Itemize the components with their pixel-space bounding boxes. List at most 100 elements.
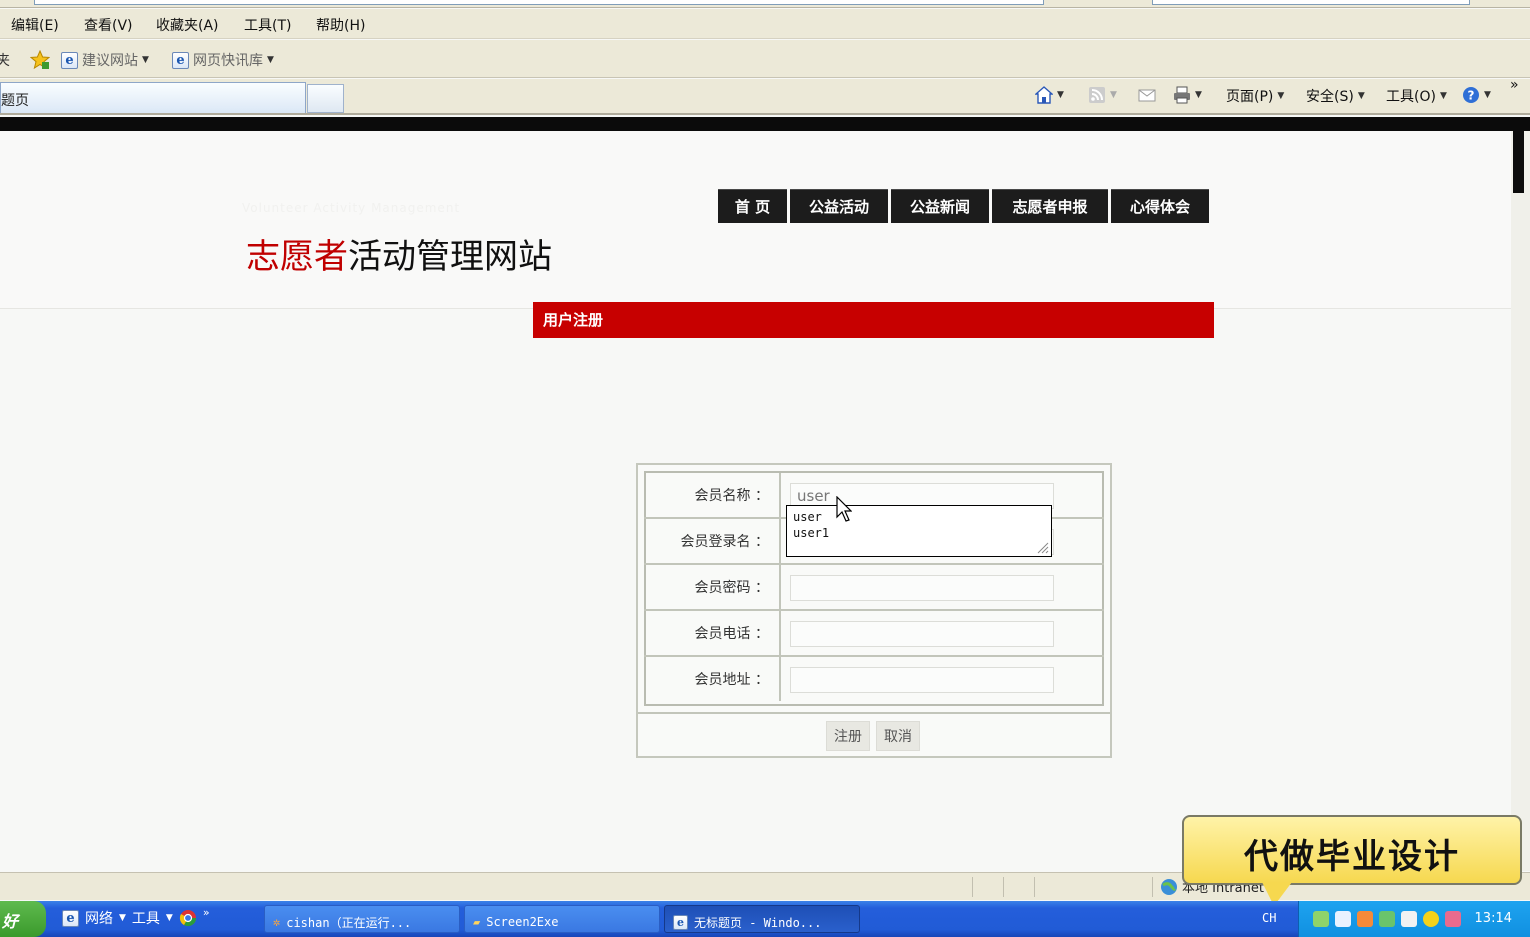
address-label: 会员地址 ： — [644, 657, 781, 701]
ie-page-icon: e — [61, 51, 78, 69]
phone-input[interactable] — [790, 621, 1054, 647]
autocomplete-option[interactable]: user — [793, 509, 1045, 525]
windows-taskbar: 好 e 网络 ▼ 工具 ▼ » ✲ cishan（正在运行... ▰ Scree… — [0, 901, 1530, 937]
quick-launch: e 网络 ▼ 工具 ▼ » — [62, 906, 210, 928]
search-box[interactable] — [1152, 0, 1470, 5]
mail-icon — [1138, 89, 1156, 102]
chevron-down-icon[interactable]: ▼ — [166, 913, 173, 923]
favorites-star-icon[interactable] — [30, 50, 50, 70]
taskbar-item-cishan[interactable]: ✲ cishan（正在运行... — [264, 905, 460, 933]
chevron-down-icon: ▼ — [142, 55, 149, 65]
globe-icon — [1161, 878, 1177, 895]
print-button[interactable]: ▼ — [1173, 86, 1202, 104]
taskbar-item-screen2exe[interactable]: ▰ Screen2Exe — [464, 905, 660, 933]
page-menu-label: 页面(P) — [1226, 89, 1274, 105]
suggested-sites-label: 建议网站 — [82, 53, 138, 69]
chevron-down-icon: ▼ — [1110, 90, 1117, 100]
home-button[interactable]: ▼ — [1035, 86, 1064, 104]
chevron-down-icon: ▼ — [1357, 91, 1365, 101]
phone-label: 会员电话 ： — [644, 611, 781, 655]
system-tray: 13:14 — [1298, 901, 1530, 937]
autocomplete-option[interactable]: user1 — [793, 525, 1045, 541]
mail-button[interactable] — [1138, 86, 1156, 104]
menu-tools[interactable]: 工具(T) — [244, 15, 291, 35]
menu-favorites[interactable]: 收藏夹(A) — [156, 15, 219, 35]
taskbar-item-label: cishan（正在运行... — [286, 915, 412, 930]
web-slices-link[interactable]: e 网页快讯库 ▼ — [172, 50, 274, 70]
register-button[interactable]: 注册 — [826, 721, 870, 751]
status-divider — [1152, 877, 1153, 897]
menu-edit[interactable]: 编辑(E) — [11, 15, 59, 35]
feeds-button[interactable]: ▼ — [1088, 86, 1117, 104]
tab-current-page[interactable]: 题页 — [0, 82, 306, 113]
tab-bar: 题页 ▼ ▼ ▼ 页面(P) ▼ 安全(S) ▼ 工具(O) ▼ ? ▼ » — [0, 77, 1530, 115]
nav-public-activities[interactable]: 公益活动 — [790, 189, 888, 223]
chevron-down-icon: ▼ — [1277, 91, 1285, 101]
taskbar-clock[interactable]: 13:14 — [1475, 911, 1512, 926]
quicklaunch-tools[interactable]: 工具 — [132, 908, 160, 928]
suggested-sites-link[interactable]: e 建议网站 ▼ — [61, 50, 149, 70]
resize-grip-icon[interactable] — [1035, 540, 1049, 554]
menu-view[interactable]: 查看(V) — [84, 15, 133, 35]
home-icon — [1035, 86, 1053, 104]
form-row-address: 会员地址 ： — [644, 657, 1104, 703]
toolbar-more-button[interactable]: » — [1510, 77, 1519, 93]
tray-app-icon[interactable] — [1357, 911, 1373, 927]
tray-app-icon[interactable] — [1379, 911, 1395, 927]
svg-text:?: ? — [1468, 89, 1475, 103]
ie-quicklaunch-icon[interactable]: e — [62, 909, 79, 927]
cancel-button[interactable]: 取消 — [876, 721, 920, 751]
nav-home[interactable]: 首 页 — [718, 189, 787, 223]
tray-app-icon[interactable] — [1335, 911, 1351, 927]
web-slices-label: 网页快讯库 — [193, 53, 263, 69]
chevron-down-icon: ▼ — [267, 55, 274, 65]
chrome-icon[interactable] — [179, 909, 197, 927]
tools-menu-button[interactable]: 工具(O) ▼ — [1386, 86, 1447, 106]
site-title-rest: 活动管理网站 — [348, 237, 552, 277]
new-tab-button[interactable] — [307, 84, 344, 113]
tray-app-icon[interactable] — [1423, 911, 1439, 927]
safety-menu-label: 安全(S) — [1306, 89, 1354, 105]
safety-menu-button[interactable]: 安全(S) ▼ — [1306, 86, 1365, 106]
form-actions: 注册 取消 — [638, 712, 1110, 756]
address-input[interactable] — [790, 667, 1054, 693]
nav-public-news[interactable]: 公益新闻 — [891, 189, 989, 223]
address-bar[interactable] — [34, 0, 1044, 5]
nav-volunteer-apply[interactable]: 志愿者申报 — [992, 189, 1108, 223]
app-icon: ✲ — [273, 915, 281, 929]
autocomplete-dropdown: user user1 — [786, 505, 1052, 557]
chevron-down-icon: ▼ — [1195, 90, 1202, 100]
language-indicator[interactable]: CH — [1262, 911, 1276, 925]
menubar: 编辑(E) 查看(V) 收藏夹(A) 工具(T) 帮助(H) — [0, 9, 1530, 39]
quicklaunch-network[interactable]: 网络 — [85, 908, 113, 928]
quicklaunch-more[interactable]: » — [203, 906, 210, 919]
browser-address-strip — [0, 0, 1530, 8]
taskbar-item-label: 无标题页 - Windo... — [694, 915, 822, 930]
start-button[interactable]: 好 — [0, 901, 46, 937]
password-input[interactable] — [790, 575, 1054, 601]
scrollbar-thumb[interactable] — [1513, 131, 1524, 193]
taskbar-item-label: Screen2Exe — [486, 915, 559, 929]
ie-page-icon: e — [673, 914, 688, 930]
password-label: 会员密码 ： — [644, 565, 781, 609]
nav-experiences[interactable]: 心得体会 — [1111, 189, 1209, 223]
tray-app-icon[interactable] — [1401, 911, 1417, 927]
favorites-bar: 夹 e 建议网站 ▼ e 网页快讯库 ▼ — [0, 40, 1530, 78]
tab-label: 题页 — [1, 93, 29, 109]
status-divider — [972, 877, 973, 897]
scrollbar[interactable] — [1511, 131, 1530, 871]
chevron-down-icon: ▼ — [1057, 90, 1064, 100]
page-menu-button[interactable]: 页面(P) ▼ — [1226, 86, 1284, 106]
chevron-down-icon: ▼ — [1439, 91, 1447, 101]
tray-app-icon[interactable] — [1445, 911, 1461, 927]
favorites-fragment: 夹 — [0, 53, 10, 69]
help-button[interactable]: ? ▼ — [1462, 86, 1491, 104]
form-row-phone: 会员电话 ： — [644, 611, 1104, 657]
menu-help[interactable]: 帮助(H) — [316, 15, 365, 35]
login-name-label: 会员登录名 ： — [644, 519, 781, 563]
mouse-cursor-icon — [836, 496, 852, 522]
chevron-down-icon[interactable]: ▼ — [119, 913, 126, 923]
printer-icon — [1174, 86, 1190, 104]
taskbar-item-ie-window[interactable]: e 无标题页 - Windo... — [664, 905, 860, 933]
tray-app-icon[interactable] — [1313, 911, 1329, 927]
